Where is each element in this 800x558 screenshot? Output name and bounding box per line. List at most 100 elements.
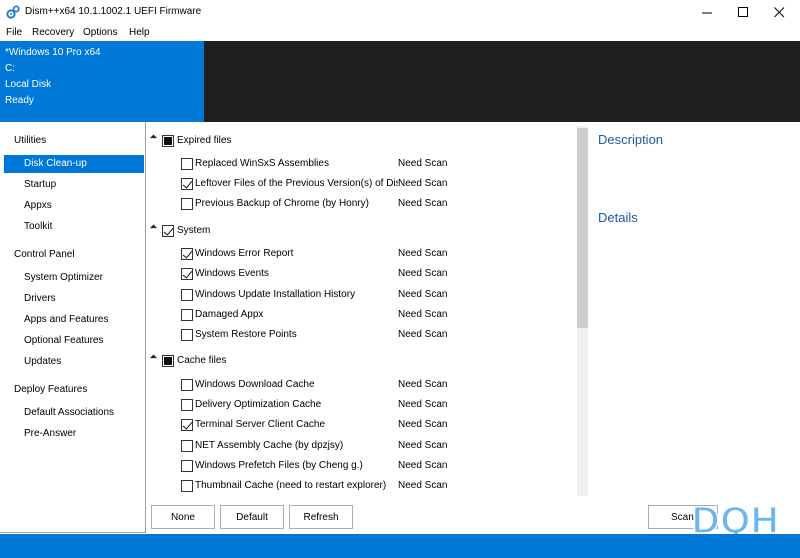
item-label: Windows Prefetch Files (by Cheng g.) [195,460,363,471]
collapse-arrow-icon[interactable] [149,224,158,232]
item-checkbox[interactable] [181,329,193,341]
list-item[interactable]: Terminal Server Client Cache Need Scan [147,415,577,435]
session-status: Ready [5,95,34,106]
item-checkbox[interactable] [181,480,193,492]
menu-help[interactable]: Help [129,27,150,38]
close-button[interactable] [761,0,797,24]
item-checkbox[interactable] [181,399,193,411]
list-item[interactable]: System Restore Points Need Scan [147,325,577,345]
details-pane: Description Details [594,122,800,500]
item-status: Need Scan [398,460,448,471]
group-label: System [177,225,211,236]
item-checkbox[interactable] [181,309,193,321]
minimize-icon [701,12,712,13]
os-name: *Windows 10 Pro x64 [5,47,101,58]
list-item[interactable]: Windows Update Installation History Need… [147,285,577,305]
cleanup-list: Expired files Replaced WinSxS Assemblies… [147,122,593,500]
list-item[interactable]: Windows Events Need Scan [147,264,577,284]
group-cache-files[interactable]: Cache files [147,352,567,370]
sidebar-group-deploy-features[interactable]: Deploy Features [14,384,87,395]
group-checkbox[interactable] [162,225,174,237]
sidebar-item-apps-and-features[interactable]: Apps and Features [4,311,144,329]
close-icon [773,6,784,17]
item-label: Windows Download Cache [195,379,315,390]
sidebar-item-updates[interactable]: Updates [4,353,144,371]
drive-type: Local Disk [5,79,52,90]
item-status: Need Scan [398,379,448,390]
sidebar-item-toolkit[interactable]: Toolkit [4,218,144,236]
group-checkbox[interactable] [162,355,174,367]
item-status: Need Scan [398,268,448,279]
item-checkbox[interactable] [181,440,193,452]
sidebar-item-optional-features[interactable]: Optional Features [4,332,144,350]
description-heading: Description [598,132,664,147]
sidebar-item-system-optimizer[interactable]: System Optimizer [4,269,144,287]
minimize-button[interactable] [689,0,725,24]
refresh-button[interactable]: Refresh [289,505,353,529]
item-checkbox[interactable] [181,419,193,431]
item-label: Delivery Optimization Cache [195,399,322,410]
sidebar-group-control-panel[interactable]: Control Panel [14,249,75,260]
sidebar-item-pre-answer[interactable]: Pre-Answer [4,425,144,443]
item-label: Previous Backup of Chrome (by Honry) [195,198,369,209]
list-item[interactable]: Damaged Appx Need Scan [147,305,577,325]
item-checkbox[interactable] [181,289,193,301]
list-item[interactable]: Previous Backup of Chrome (by Honry) Nee… [147,194,577,214]
item-checkbox[interactable] [181,178,193,190]
list-item[interactable]: Replaced WinSxS Assemblies Need Scan [147,154,577,174]
item-status: Need Scan [398,198,448,209]
list-item[interactable]: NET Assembly Cache (by dpzjsy) Need Scan [147,436,577,456]
item-label: Windows Error Report [195,248,294,259]
menu-recovery[interactable]: Recovery [32,27,74,38]
sidebar-item-startup[interactable]: Startup [4,176,144,194]
list-item[interactable]: Windows Error Report Need Scan [147,244,577,264]
item-checkbox[interactable] [181,268,193,280]
maximize-button[interactable] [725,0,761,24]
sidebar-item-disk-clean-up[interactable]: Disk Clean-up [4,155,144,173]
sidebar: Utilities Disk Clean-up Startup Appxs To… [0,122,146,533]
list-item[interactable]: Windows Download Cache Need Scan [147,375,577,395]
item-label: NET Assembly Cache (by dpzjsy) [195,440,344,451]
collapse-arrow-icon[interactable] [149,354,158,362]
group-expired-files[interactable]: Expired files [147,132,567,150]
list-scrollbar[interactable] [577,126,588,496]
group-system[interactable]: System [147,222,567,240]
item-status: Need Scan [398,158,448,169]
sidebar-item-drivers[interactable]: Drivers [4,290,144,308]
session-tile[interactable]: *Windows 10 Pro x64 C: Local Disk Ready [0,41,204,122]
group-checkbox[interactable] [162,135,174,147]
session-header: *Windows 10 Pro x64 C: Local Disk Ready [0,41,800,122]
list-item[interactable]: Windows Prefetch Files (by Cheng g.) Nee… [147,456,577,476]
gear-cluster-icon [6,5,20,19]
item-checkbox[interactable] [181,198,193,210]
item-checkbox[interactable] [181,248,193,260]
item-label: Damaged Appx [195,309,264,320]
list-item[interactable]: Leftover Files of the Previous Version(s… [147,174,577,194]
sidebar-item-appxs[interactable]: Appxs [4,197,144,215]
item-label: Terminal Server Client Cache [195,419,326,430]
scrollbar-thumb[interactable] [577,128,588,328]
item-checkbox[interactable] [181,158,193,170]
item-label: Windows Update Installation History [195,289,356,300]
menu-file[interactable]: File [6,27,22,38]
item-checkbox[interactable] [181,379,193,391]
sidebar-group-utilities[interactable]: Utilities [14,135,46,146]
item-status: Need Scan [398,178,448,189]
select-none-button[interactable]: None [151,505,215,529]
item-label: Replaced WinSxS Assemblies [195,158,329,169]
window-title: Dism++x64 10.1.1002.1 UEFI Firmware [25,6,202,17]
item-status: Need Scan [398,399,448,410]
item-checkbox[interactable] [181,460,193,472]
collapse-arrow-icon[interactable] [149,134,158,142]
select-default-button[interactable]: Default [220,505,284,529]
drive-letter: C: [5,63,15,74]
item-status: Need Scan [398,309,448,320]
list-item[interactable]: Delivery Optimization Cache Need Scan [147,395,577,415]
item-status: Need Scan [398,248,448,259]
list-item[interactable]: Thumbnail Cache (need to restart explore… [147,476,577,496]
item-label: Leftover Files of the Previous Version(s… [195,178,398,189]
menu-options[interactable]: Options [83,27,117,38]
sidebar-item-default-associations[interactable]: Default Associations [4,404,144,422]
item-status: Need Scan [398,329,448,340]
group-label: Expired files [177,135,232,146]
